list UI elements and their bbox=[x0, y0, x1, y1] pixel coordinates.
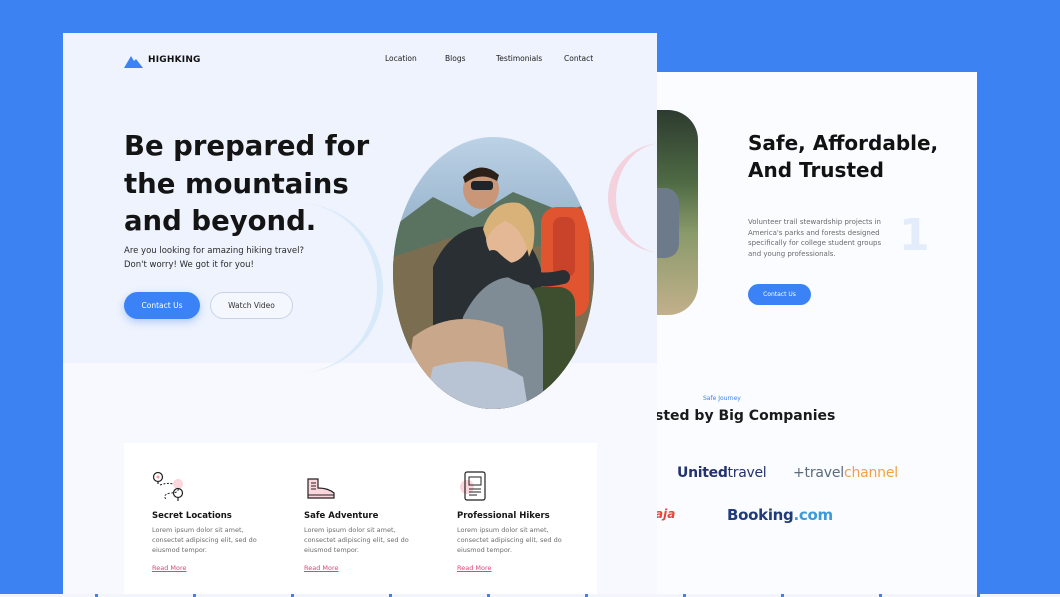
decorative-numeral: 1 bbox=[899, 210, 930, 261]
hiker-shirt-shape bbox=[655, 188, 679, 258]
travel-logo-a: travel bbox=[804, 465, 845, 481]
feature-title: Professional Hikers bbox=[457, 511, 550, 521]
brand[interactable]: HIGHKING bbox=[124, 53, 201, 68]
about-headline: Safe, Affordable, And Trusted bbox=[748, 131, 939, 182]
hiking-boot-icon bbox=[304, 469, 338, 503]
travel-channel-logo: +travelchannel bbox=[793, 465, 898, 481]
travel-logo-b: channel bbox=[843, 465, 898, 481]
booking-logo-word: Booking bbox=[727, 506, 794, 524]
read-more-link[interactable]: Read More bbox=[457, 564, 492, 572]
booking-logo: Booking.com bbox=[727, 506, 833, 524]
hikers-couple-with-binoculars-image bbox=[393, 137, 594, 409]
partners-eyebrow: Safe Journey bbox=[703, 395, 741, 402]
decorative-pink-curve bbox=[608, 143, 657, 253]
watch-video-button[interactable]: Watch Video bbox=[210, 292, 293, 319]
read-more-link[interactable]: Read More bbox=[152, 564, 187, 572]
read-more-link[interactable]: Read More bbox=[304, 564, 339, 572]
united-travel-logo: Unitedtravel bbox=[677, 465, 767, 481]
aja-logo: aja bbox=[655, 507, 676, 521]
about-description: Volunteer trail stewardship projects in … bbox=[748, 218, 882, 258]
feature-title: Safe Adventure bbox=[304, 511, 379, 521]
secondary-page-preview: Safe, Affordable, And Trusted Volunteer … bbox=[655, 72, 977, 597]
features-card: Secret Locations Lorem ipsum dolor sit a… bbox=[124, 443, 597, 597]
hero-title: Be prepared for the mountains and beyond… bbox=[124, 130, 370, 237]
feature-text: Lorem ipsum dolor sit amet, consectet ad… bbox=[304, 526, 409, 554]
united-logo-light: travel bbox=[727, 465, 767, 481]
contact-us-button[interactable]: Contact Us bbox=[124, 292, 200, 319]
landing-page: HIGHKING Location Blogs Testimonials Con… bbox=[63, 33, 657, 597]
nav-contact[interactable]: Contact bbox=[564, 54, 593, 63]
feature-text: Lorem ipsum dolor sit amet, consectet ad… bbox=[457, 526, 562, 554]
feature-professional-hikers: Professional Hikers Lorem ipsum dolor si… bbox=[457, 469, 582, 574]
hiker-photo-cropped bbox=[655, 110, 698, 315]
hero-subtitle: Are you looking for amazing hiking trave… bbox=[124, 246, 304, 270]
about-contact-button[interactable]: Contact Us bbox=[748, 284, 811, 305]
feature-text: Lorem ipsum dolor sit amet, consectet ad… bbox=[152, 526, 257, 554]
feature-title: Secret Locations bbox=[152, 511, 232, 521]
brand-name: HIGHKING bbox=[148, 55, 201, 65]
travel-logo-prefix: + bbox=[793, 465, 805, 481]
feature-safe-adventure: Safe Adventure Lorem ipsum dolor sit ame… bbox=[304, 469, 429, 574]
feature-secret-locations: Secret Locations Lorem ipsum dolor sit a… bbox=[152, 469, 277, 574]
united-logo-bold: United bbox=[677, 465, 728, 481]
nav-location[interactable]: Location bbox=[385, 54, 417, 63]
map-route-icon bbox=[152, 469, 186, 503]
id-badge-icon bbox=[457, 469, 491, 503]
nav-testimonials[interactable]: Testimonials bbox=[496, 54, 542, 63]
booking-logo-com: .com bbox=[793, 506, 833, 524]
partners-heading: sted by Big Companies bbox=[655, 408, 836, 424]
mountain-logo-icon bbox=[124, 53, 143, 68]
nav-blogs[interactable]: Blogs bbox=[445, 54, 466, 63]
